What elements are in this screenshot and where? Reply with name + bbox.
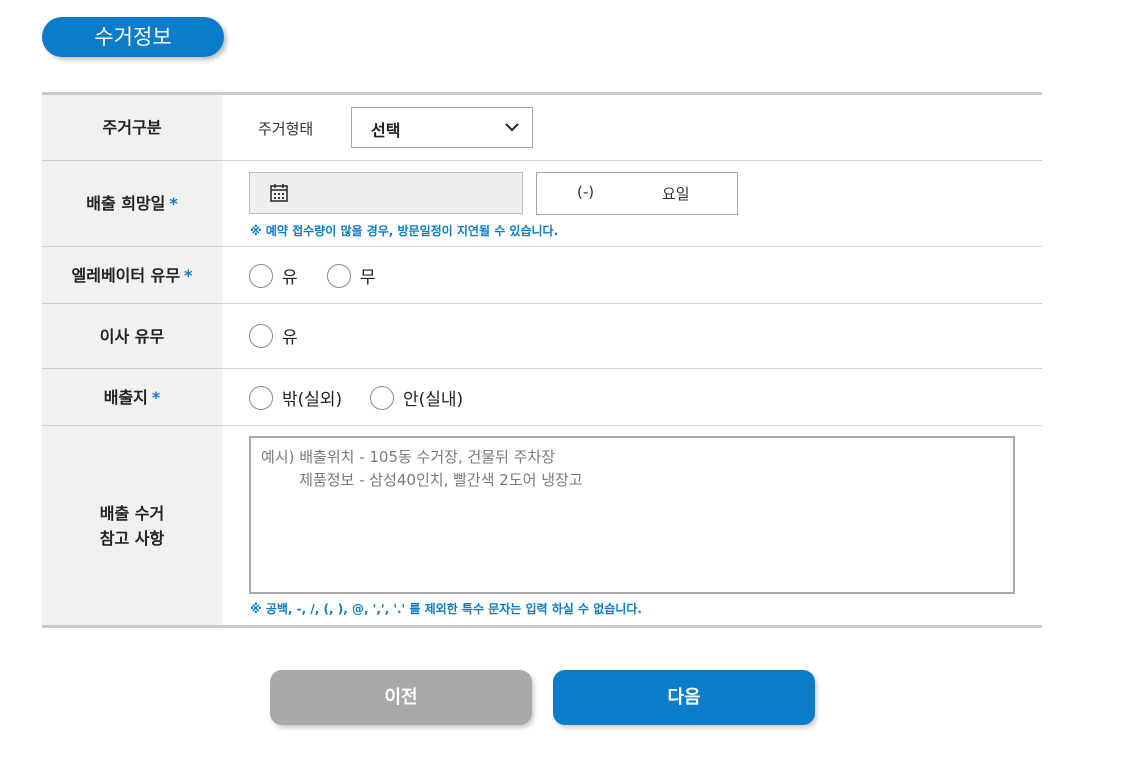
housing-type-select[interactable]: 선택 (351, 107, 533, 148)
notes-textarea[interactable]: 예시) 배출위치 - 105동 수거장, 건물뒤 주차장 제품정보 - 삼성40… (249, 436, 1015, 594)
location-row: 배출지 * 밖(실외) 안(실내) (42, 369, 1042, 426)
weekday-value: (-) (577, 183, 595, 201)
elevator-row: 엘레베이터 유무 * 유 무 (42, 247, 1042, 304)
location-option-indoor[interactable]: 안(실내) (370, 385, 463, 410)
notes-label: 배출 수거 참고 사항 (42, 426, 222, 625)
elevator-option-no[interactable]: 무 (327, 263, 376, 288)
moving-label: 이사 유무 (42, 304, 222, 368)
location-label: 배출지 * (42, 369, 222, 425)
section-title: 수거정보 (42, 17, 224, 57)
housing-row: 주거구분 주거형태 선택 (42, 95, 1042, 161)
date-label: 배출 희망일 * (42, 161, 222, 246)
location-option-outdoor[interactable]: 밖(실외) (249, 385, 342, 410)
notes-notice: ※ 공백, -, /, (, ), @, ',', '.' 를 제외한 특수 문… (250, 602, 642, 616)
date-row: 배출 희망일 * (-) 요일 ※ 예약 접수량이 많을 경우, 방문일정이 지… (42, 161, 1042, 247)
select-value: 선택 (371, 121, 401, 140)
required-mark: * (151, 387, 161, 407)
radio-button[interactable] (249, 263, 273, 288)
housing-type-label: 주거형태 (258, 120, 314, 138)
required-mark: * (169, 194, 178, 213)
next-button[interactable]: 다음 (553, 670, 815, 725)
required-mark: * (184, 265, 193, 285)
radio-button[interactable] (327, 263, 351, 288)
elevator-label: 엘레베이터 유무 * (42, 247, 222, 303)
weekday-display: (-) 요일 (536, 172, 738, 215)
chevron-down-icon (505, 123, 519, 132)
moving-option-yes[interactable]: 유 (249, 323, 298, 348)
calendar-icon (270, 184, 288, 202)
moving-row: 이사 유무 유 (42, 304, 1042, 369)
housing-label: 주거구분 (42, 95, 222, 160)
elevator-option-yes[interactable]: 유 (249, 263, 298, 288)
radio-button[interactable] (370, 385, 394, 410)
radio-button[interactable] (249, 385, 273, 410)
radio-button[interactable] (249, 323, 273, 348)
weekday-label: 요일 (662, 185, 690, 203)
date-input[interactable] (249, 172, 523, 214)
notes-row: 배출 수거 참고 사항 예시) 배출위치 - 105동 수거장, 건물뒤 주차장… (42, 426, 1042, 628)
collection-form: 주거구분 주거형태 선택 배출 희망일 * (-) 요일 ※ 예약 접수량이 많… (42, 92, 1042, 628)
prev-button[interactable]: 이전 (270, 670, 532, 725)
date-notice: ※ 예약 접수량이 많을 경우, 방문일정이 지연될 수 있습니다. (250, 224, 559, 238)
